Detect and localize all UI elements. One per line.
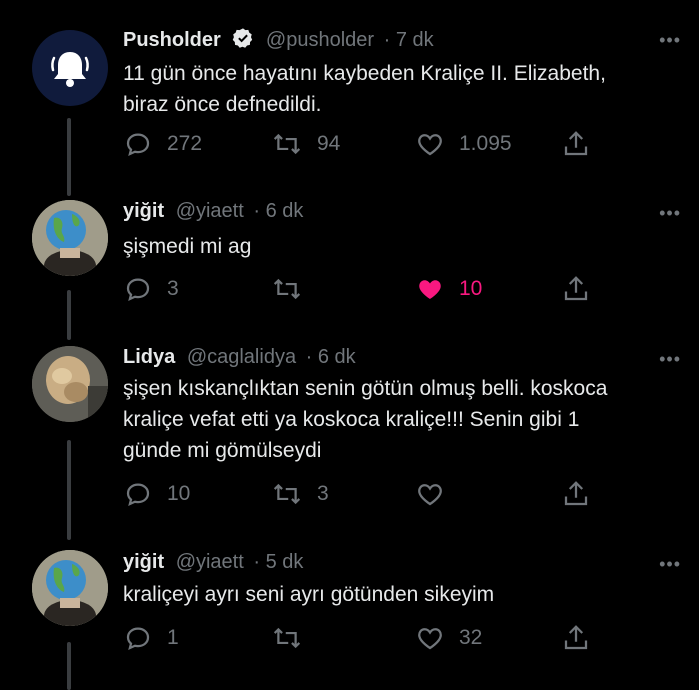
tweet-text-line: kraliçe vefat etti ya koskoca kraliçe!!!… <box>123 408 580 431</box>
tweet-text: şişmedi mi ag <box>123 231 683 262</box>
share-icon <box>564 131 588 156</box>
reply-icon <box>126 278 150 301</box>
tweet-text-line: günde mi gömülseydi <box>123 439 322 462</box>
more-options-icon[interactable]: ••• <box>659 349 681 370</box>
like-button[interactable]: 1.095 <box>415 127 512 161</box>
reply-button[interactable]: 3 <box>123 272 179 306</box>
display-name[interactable]: Pusholder <box>123 29 221 51</box>
reply-count: 10 <box>167 482 191 505</box>
action-bar: 272 94 1.095 <box>123 127 593 161</box>
like-button[interactable]: 32 <box>415 621 482 655</box>
tweet-header: Lidya @caglalidya · 6 dk <box>123 346 356 369</box>
globe-avatar-icon <box>32 550 108 626</box>
tweet-header: Pusholder @pusholder · 7 dk <box>123 27 434 52</box>
timestamp[interactable]: · 7 dk <box>384 29 434 51</box>
retweet-button[interactable]: 3 <box>271 477 329 511</box>
avatar[interactable] <box>32 550 108 626</box>
more-options-icon[interactable]: ••• <box>659 30 681 51</box>
retweet-count: 3 <box>317 482 329 505</box>
tweet-text-line: 11 gün önce hayatını kaybeden Kraliçe II… <box>123 62 606 85</box>
tweet-text: 11 gün önce hayatını kaybeden Kraliçe II… <box>123 58 683 120</box>
bell-icon <box>51 52 89 87</box>
handle[interactable]: @yiaett <box>176 551 244 573</box>
timestamp[interactable]: · 5 dk <box>253 551 303 573</box>
tweet-header: yiğit @yiaett · 5 dk <box>123 551 303 574</box>
reply-count: 3 <box>167 277 179 300</box>
reply-button[interactable]: 1 <box>123 621 179 655</box>
tweet-text-line: şişmedi mi ag <box>123 235 252 258</box>
display-name[interactable]: yiğit <box>123 551 164 573</box>
like-count: 32 <box>459 626 483 649</box>
reply-count: 272 <box>167 132 203 155</box>
like-button[interactable]: 10 <box>415 272 482 306</box>
thread-line <box>67 118 71 196</box>
more-options-icon[interactable]: ••• <box>659 554 681 575</box>
retweet-count: 94 <box>317 132 341 155</box>
heart-icon <box>418 484 442 506</box>
share-button[interactable] <box>561 621 591 655</box>
thread-line <box>67 642 71 690</box>
retweet-icon <box>273 627 301 649</box>
timestamp[interactable]: · 6 dk <box>253 200 303 222</box>
retweet-button[interactable]: 94 <box>271 127 340 161</box>
like-button[interactable] <box>415 477 459 511</box>
tweet-text-line: biraz önce defnedildi. <box>123 93 322 116</box>
photo-avatar-icon <box>32 346 108 422</box>
reply-button[interactable]: 272 <box>123 127 202 161</box>
globe-avatar-icon <box>32 200 108 276</box>
avatar[interactable] <box>32 346 108 422</box>
reply-count: 1 <box>167 626 179 649</box>
handle[interactable]: @caglalidya <box>187 346 296 368</box>
retweet-icon <box>273 133 301 155</box>
retweet-button[interactable] <box>271 621 317 655</box>
tweet-text: şişen kıskançlıktan senin götün olmuş be… <box>123 373 683 466</box>
heart-icon <box>418 628 442 650</box>
share-icon <box>564 625 588 650</box>
more-options-icon[interactable]: ••• <box>659 203 681 224</box>
timestamp[interactable]: · 6 dk <box>306 346 356 368</box>
share-icon <box>564 276 588 301</box>
retweet-button[interactable] <box>271 272 317 306</box>
thread-line <box>67 440 71 540</box>
handle[interactable]: @yiaett <box>176 200 244 222</box>
tweet-text: kraliçeyi ayrı seni ayrı götünden sikeyi… <box>123 579 683 610</box>
avatar[interactable] <box>32 200 108 276</box>
retweet-icon <box>273 483 301 505</box>
tweet-text-line: kraliçeyi ayrı seni ayrı götünden sikeyi… <box>123 583 495 606</box>
reply-button[interactable]: 10 <box>123 477 190 511</box>
tweet-text-line: şişen kıskançlıktan senin götün olmuş be… <box>123 377 608 400</box>
display-name[interactable]: Lidya <box>123 346 175 368</box>
reply-icon <box>126 133 150 156</box>
thread-line <box>67 290 71 340</box>
handle[interactable]: @pusholder <box>266 29 374 51</box>
retweet-icon <box>273 278 301 300</box>
verified-badge-icon <box>233 28 253 48</box>
share-icon <box>564 481 588 506</box>
tweet-header: yiğit @yiaett · 6 dk <box>123 200 303 223</box>
action-bar: 3 10 <box>123 272 593 306</box>
avatar[interactable] <box>32 30 108 106</box>
like-count: 10 <box>459 277 483 300</box>
like-count: 1.095 <box>459 132 512 155</box>
reply-icon <box>126 627 150 650</box>
reply-icon <box>126 483 150 506</box>
heart-icon <box>418 134 442 156</box>
display-name[interactable]: yiğit <box>123 200 164 222</box>
share-button[interactable] <box>561 477 591 511</box>
share-button[interactable] <box>561 127 591 161</box>
share-button[interactable] <box>561 272 591 306</box>
action-bar: 10 3 <box>123 477 593 511</box>
heart-filled-icon <box>419 280 441 299</box>
action-bar: 1 32 <box>123 621 593 655</box>
